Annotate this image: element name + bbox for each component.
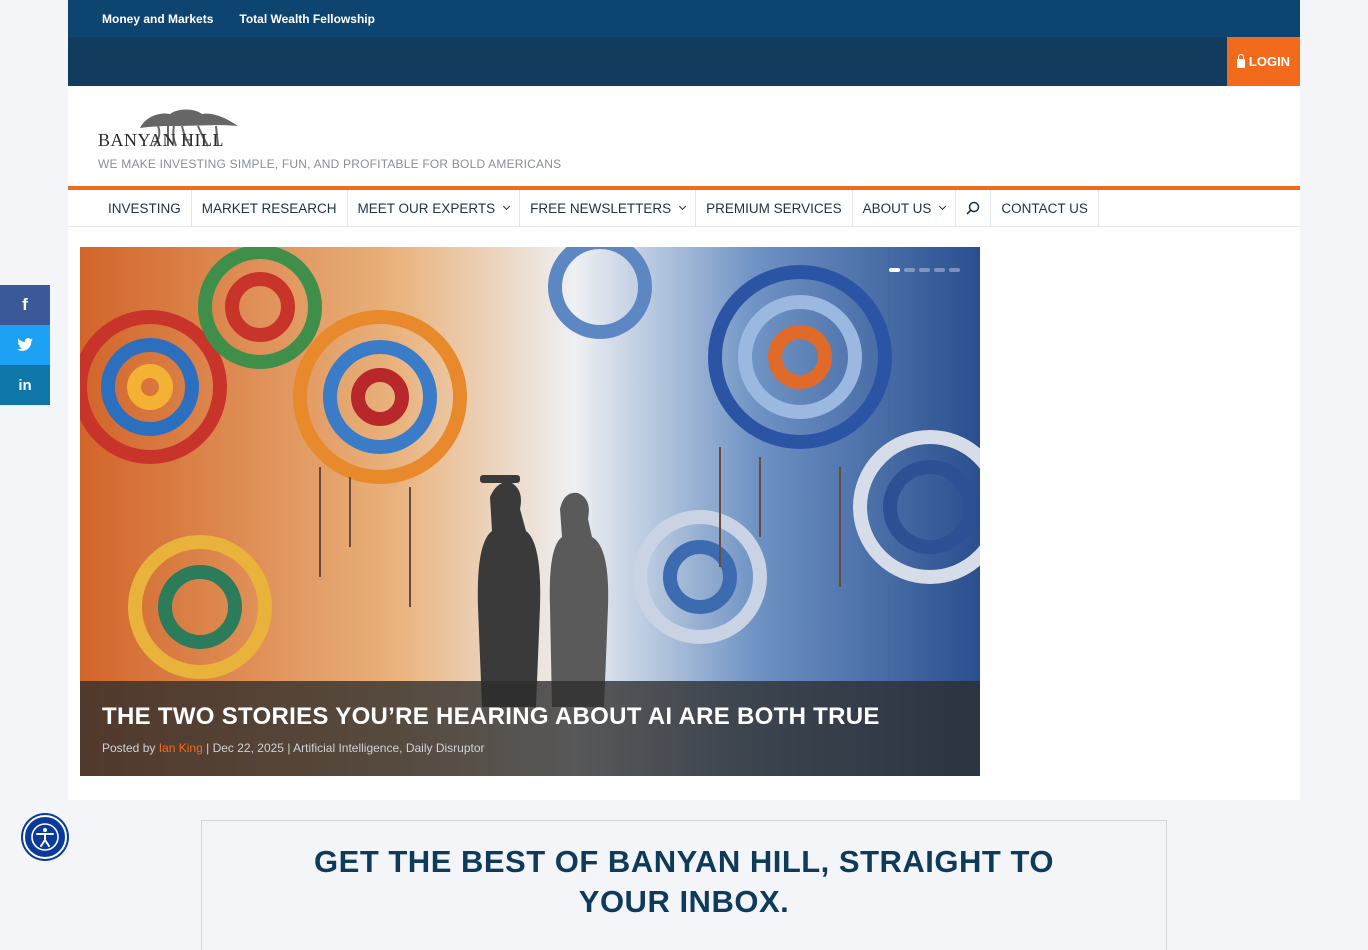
nav-item-label: PREMIUM SERVICES (706, 200, 842, 216)
lock-icon (1236, 53, 1245, 68)
slide-meta: Posted by Ian King | Dec 22, 2025 | Arti… (102, 741, 958, 755)
nav-item-contact-us[interactable]: CONTACT US (991, 190, 1099, 226)
accessibility-icon (31, 823, 59, 851)
newsletter-signup-box: GET THE BEST OF BANYAN HILL, STRAIGHT TO… (201, 820, 1167, 950)
login-button[interactable]: LOGIN (1227, 37, 1300, 86)
twitter-icon (17, 338, 33, 351)
search-icon (966, 201, 980, 215)
nav-item-label: MEET OUR EXPERTS (357, 200, 496, 216)
nav-item-free-newsletters[interactable]: FREE NEWSLETTERS (520, 190, 697, 226)
slider-dot[interactable] (889, 268, 900, 272)
nav-item-label: CONTACT US (1001, 200, 1088, 216)
chevron-down-icon (679, 202, 687, 210)
topbar-link-money-and-markets[interactable]: Money and Markets (102, 12, 213, 26)
post-date: Dec 22, 2025 (212, 741, 284, 755)
linkedin-share-button[interactable]: in (0, 365, 50, 405)
nav-item-about-us[interactable]: ABOUT US (853, 190, 957, 226)
chevron-down-icon (939, 202, 947, 210)
posted-by-label: Posted by (102, 741, 156, 755)
meta-separator: | (206, 741, 210, 755)
page: Money and Markets Total Wealth Fellowshi… (68, 0, 1300, 800)
social-share-bar: f in (0, 285, 50, 405)
accessibility-button[interactable] (23, 815, 67, 859)
site-header: BANYAN HILL WE MAKE INVESTING SIMPLE, FU… (68, 86, 1300, 186)
slider-dot[interactable] (919, 268, 930, 272)
site-logo[interactable]: BANYAN HILL (98, 106, 248, 152)
nav-search-button[interactable] (956, 190, 992, 226)
topbar-link-total-wealth-fellowship[interactable]: Total Wealth Fellowship (239, 12, 375, 26)
site-tagline: WE MAKE INVESTING SIMPLE, FUN, AND PROFI… (98, 157, 562, 171)
main-nav: INVESTING MARKET RESEARCH MEET OUR EXPER… (68, 186, 1300, 227)
author-link[interactable]: Ian King (159, 741, 203, 755)
slide-title[interactable]: THE TWO STORIES YOU’RE HEARING ABOUT AI … (102, 703, 958, 731)
nav-item-label: INVESTING (108, 200, 181, 216)
twitter-share-button[interactable] (0, 325, 50, 365)
nav-item-market-research[interactable]: MARKET RESEARCH (192, 190, 348, 226)
linkedin-icon: in (18, 376, 32, 394)
nav-item-investing[interactable]: INVESTING (98, 190, 192, 226)
top-bar: Money and Markets Total Wealth Fellowshi… (68, 0, 1300, 37)
post-categories[interactable]: Artificial Intelligence, Daily Disruptor (293, 741, 484, 755)
facebook-share-button[interactable]: f (0, 285, 50, 325)
facebook-icon: f (22, 295, 28, 314)
featured-slider[interactable]: THE TWO STORIES YOU’RE HEARING ABOUT AI … (80, 247, 980, 776)
main-content: THE TWO STORIES YOU’RE HEARING ABOUT AI … (68, 227, 1300, 800)
logo-text: BANYAN HILL (98, 130, 224, 150)
slider-dot[interactable] (949, 268, 960, 272)
meta-separator: | (287, 741, 291, 755)
slider-dot[interactable] (904, 268, 915, 272)
slider-dot[interactable] (934, 268, 945, 272)
slide-caption: THE TWO STORIES YOU’RE HEARING ABOUT AI … (80, 681, 980, 776)
slider-dots (889, 268, 960, 272)
nav-item-meet-our-experts[interactable]: MEET OUR EXPERTS (348, 190, 521, 226)
secondary-bar: LOGIN (68, 37, 1300, 86)
nav-item-label: MARKET RESEARCH (201, 200, 337, 216)
nav-item-premium-services[interactable]: PREMIUM SERVICES (696, 190, 853, 226)
nav-item-label: ABOUT US (862, 200, 932, 216)
nav-item-label: FREE NEWSLETTERS (530, 200, 672, 216)
signup-title: GET THE BEST OF BANYAN HILL, STRAIGHT TO… (314, 844, 1054, 919)
login-label: LOGIN (1248, 54, 1291, 69)
chevron-down-icon (503, 202, 511, 210)
